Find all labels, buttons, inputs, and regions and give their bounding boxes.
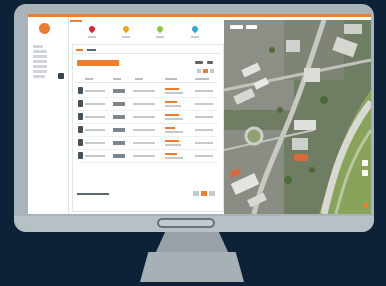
add-button[interactable] [77, 60, 119, 66]
table-cell [113, 141, 125, 145]
table-cell [85, 129, 105, 131]
sidebar-item[interactable] [33, 60, 47, 63]
table-cell [195, 116, 213, 118]
table-row[interactable] [77, 137, 217, 150]
pin-label [156, 36, 164, 38]
map-pin-icon[interactable] [121, 24, 131, 34]
table-row[interactable] [77, 85, 217, 98]
sidebar-item[interactable] [33, 50, 47, 53]
row-thumbnail [78, 113, 83, 120]
row-thumbnail [78, 100, 83, 107]
map-pin-icon[interactable] [155, 24, 165, 34]
pin-label [122, 36, 130, 38]
table-row[interactable] [77, 124, 217, 137]
map-view-button[interactable] [246, 25, 257, 29]
table-cell [195, 142, 213, 144]
table-cell [85, 103, 105, 105]
status-bar [165, 88, 179, 90]
export-button[interactable] [207, 61, 213, 64]
status-bar [165, 140, 179, 142]
monitor-stand-neck [155, 232, 229, 254]
table-cell [85, 155, 105, 157]
page-current-button[interactable] [201, 191, 207, 196]
locate-icon[interactable] [363, 203, 368, 208]
page-prev-button[interactable] [193, 191, 199, 196]
app-logo[interactable] [39, 23, 50, 34]
table-cell [133, 142, 155, 144]
table-cell [165, 131, 183, 133]
pin-label [88, 36, 96, 38]
table-cell [195, 90, 213, 92]
row-thumbnail [78, 152, 83, 159]
sidebar-item[interactable] [33, 65, 47, 68]
table-cell [133, 90, 155, 92]
table-cell [165, 105, 181, 107]
table-cell [165, 144, 181, 146]
sidebar-collapse-button[interactable] [58, 73, 64, 79]
table-cell [113, 89, 125, 93]
table-cell [85, 90, 105, 92]
table-cell [195, 155, 213, 157]
page-next-button[interactable] [209, 191, 215, 196]
column-header[interactable] [135, 78, 143, 80]
page-next-button[interactable] [210, 69, 214, 73]
page-current-button[interactable] [203, 69, 208, 73]
map-pin-icon[interactable] [87, 24, 97, 34]
table-cell [85, 116, 105, 118]
column-header[interactable] [195, 78, 209, 80]
satellite-imagery [224, 20, 371, 214]
header-divider [77, 82, 217, 83]
table-cell [113, 128, 125, 132]
table-cell [85, 142, 105, 144]
results-count [77, 193, 109, 195]
status-bar [165, 114, 179, 116]
table-cell [113, 154, 125, 158]
table-cell [133, 103, 155, 105]
map-pin-icon[interactable] [190, 24, 200, 34]
table-cell [165, 157, 183, 159]
table-cell [113, 102, 125, 106]
column-header[interactable] [113, 78, 121, 80]
pin-label [191, 36, 199, 38]
page-title-marker [70, 20, 82, 22]
table-cell [113, 115, 125, 119]
app-screen [28, 14, 371, 214]
row-thumbnail [78, 126, 83, 133]
column-header[interactable] [165, 78, 177, 80]
table-row[interactable] [77, 98, 217, 111]
left-sidebar [28, 17, 69, 214]
table-cell [133, 116, 155, 118]
row-thumbnail [78, 139, 83, 146]
satellite-map[interactable] [224, 20, 371, 214]
table-cell [165, 118, 183, 120]
column-header[interactable] [85, 78, 93, 80]
map-layer-button[interactable] [230, 25, 243, 29]
table-cell [133, 129, 155, 131]
sidebar-item[interactable] [33, 70, 47, 73]
zoom-in-button[interactable] [362, 160, 368, 166]
tab-active[interactable] [76, 49, 83, 51]
status-bar [165, 153, 177, 155]
tab-inactive[interactable] [87, 49, 96, 51]
table-cell [133, 155, 155, 157]
table-cell [195, 103, 213, 105]
tab-divider [73, 53, 221, 54]
sidebar-item[interactable] [33, 75, 45, 78]
table-row[interactable] [77, 111, 217, 124]
status-bar [165, 101, 177, 103]
monitor-logo-slot [157, 218, 215, 228]
top-accent-bar [28, 14, 371, 17]
data-table-panel [72, 44, 224, 212]
sidebar-item[interactable] [33, 45, 43, 48]
table-row[interactable] [77, 150, 217, 163]
page-prev-button[interactable] [197, 69, 201, 73]
zoom-out-button[interactable] [362, 170, 368, 176]
sidebar-item[interactable] [33, 55, 47, 58]
table-cell [165, 92, 183, 94]
table-cell [195, 129, 213, 131]
monitor-stand-base [140, 252, 244, 282]
filter-button[interactable] [195, 61, 203, 64]
status-bar [165, 127, 175, 129]
row-thumbnail [78, 87, 83, 94]
